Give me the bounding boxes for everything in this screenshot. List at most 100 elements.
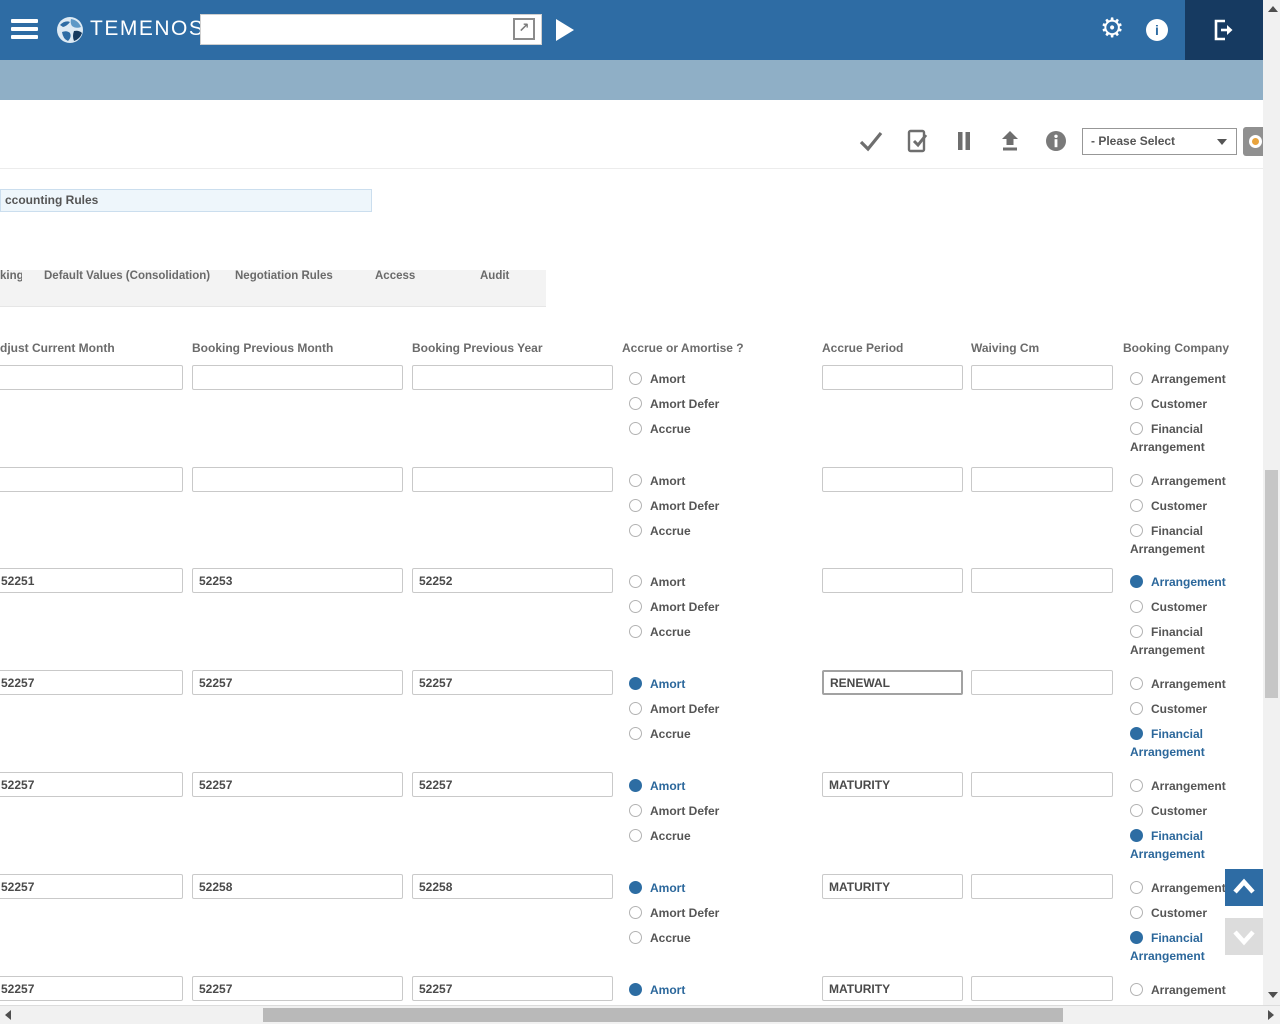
radio-icon[interactable] — [1130, 372, 1143, 385]
tab-access[interactable]: Access — [375, 270, 415, 307]
help-info-icon[interactable]: i — [1146, 19, 1168, 41]
radio-icon[interactable] — [629, 524, 642, 537]
adjust-current-month-input[interactable] — [0, 772, 183, 797]
booking-previous-year-input[interactable] — [412, 874, 613, 899]
waiving-cm-input[interactable] — [971, 568, 1113, 593]
booking-previous-month-input[interactable] — [192, 365, 403, 390]
commit-button[interactable] — [858, 128, 884, 154]
booking-previous-year-input[interactable] — [412, 467, 613, 492]
radio-icon[interactable] — [629, 372, 642, 385]
radio-option-accrue[interactable]: Accrue — [629, 623, 814, 641]
radio-option-financial-arrangement[interactable]: Financial Arrangement — [1130, 725, 1230, 761]
radio-icon[interactable] — [629, 600, 642, 613]
waiving-cm-input[interactable] — [971, 976, 1113, 1001]
radio-icon[interactable] — [1130, 779, 1143, 792]
adjust-current-month-input[interactable] — [0, 365, 183, 390]
radio-option-financial-arrangement[interactable]: Financial Arrangement — [1130, 827, 1230, 863]
tab-negotiation-rules[interactable]: Negotiation Rules — [235, 270, 333, 307]
radio-option-financial-arrangement[interactable]: Financial Arrangement — [1130, 623, 1230, 659]
radio-icon[interactable] — [629, 422, 642, 435]
radio-selected-icon[interactable] — [629, 779, 642, 792]
radio-option-amort[interactable]: Amort — [629, 370, 814, 388]
scroll-down-arrow[interactable] — [1268, 992, 1278, 998]
details-info-button[interactable] — [1043, 128, 1069, 154]
radio-option-amort-defer[interactable]: Amort Defer — [629, 802, 814, 820]
command-search-input[interactable] — [200, 14, 542, 45]
radio-option-amort[interactable]: Amort — [629, 675, 814, 693]
radio-option-accrue[interactable]: Accrue — [629, 725, 814, 743]
page-down-button[interactable] — [1225, 918, 1263, 955]
radio-selected-icon[interactable] — [1130, 727, 1143, 740]
radio-icon[interactable] — [1130, 524, 1143, 537]
radio-option-arrangement[interactable]: Arrangement — [1130, 879, 1230, 897]
accrue-period-input[interactable] — [822, 365, 963, 390]
waiving-cm-input[interactable] — [971, 874, 1113, 899]
radio-icon[interactable] — [1130, 881, 1143, 894]
radio-option-amort[interactable]: Amort — [629, 879, 814, 897]
tab-default-values-consolidation[interactable]: Default Values (Consolidation) — [44, 270, 210, 307]
accrue-period-input[interactable] — [822, 772, 963, 797]
radio-option-accrue[interactable]: Accrue — [629, 420, 814, 438]
radio-option-accrue[interactable]: Accrue — [629, 929, 814, 947]
tab-audit[interactable]: Audit — [480, 270, 509, 307]
radio-option-amort-defer[interactable]: Amort Defer — [629, 497, 814, 515]
adjust-current-month-input[interactable] — [0, 874, 183, 899]
accrue-period-input[interactable] — [822, 467, 963, 492]
radio-option-arrangement[interactable]: Arrangement — [1130, 981, 1230, 999]
scroll-right-arrow[interactable] — [1268, 1010, 1274, 1020]
radio-icon[interactable] — [629, 575, 642, 588]
waiving-cm-input[interactable] — [971, 772, 1113, 797]
radio-option-arrangement[interactable]: Arrangement — [1130, 370, 1230, 388]
radio-icon[interactable] — [1130, 474, 1143, 487]
radio-icon[interactable] — [629, 931, 642, 944]
radio-option-customer[interactable]: Customer — [1130, 497, 1230, 515]
accrue-period-input[interactable] — [822, 976, 963, 1001]
booking-previous-month-input[interactable] — [192, 670, 403, 695]
radio-option-amort-defer[interactable]: Amort Defer — [629, 395, 814, 413]
radio-option-amort[interactable]: Amort — [629, 777, 814, 795]
accrue-period-input[interactable] — [822, 670, 963, 695]
waiving-cm-input[interactable] — [971, 670, 1113, 695]
booking-previous-year-input[interactable] — [412, 772, 613, 797]
hamburger-menu-icon[interactable] — [11, 19, 38, 41]
radio-option-financial-arrangement[interactable]: Financial Arrangement — [1130, 929, 1230, 965]
radio-option-amort[interactable]: Amort — [629, 981, 814, 999]
waiving-cm-input[interactable] — [971, 365, 1113, 390]
radio-selected-icon[interactable] — [629, 881, 642, 894]
radio-option-amort-defer[interactable]: Amort Defer — [629, 700, 814, 718]
radio-option-amort[interactable]: Amort — [629, 573, 814, 591]
radio-option-financial-arrangement[interactable]: Financial Arrangement — [1130, 420, 1230, 456]
hold-button[interactable] — [951, 128, 977, 154]
radio-selected-icon[interactable] — [1130, 829, 1143, 842]
upload-button[interactable] — [997, 128, 1023, 154]
booking-previous-year-input[interactable] — [412, 365, 613, 390]
run-command-button[interactable] — [556, 19, 574, 41]
scroll-up-arrow[interactable] — [1268, 6, 1278, 12]
adjust-current-month-input[interactable] — [0, 670, 183, 695]
radio-option-arrangement[interactable]: Arrangement — [1130, 573, 1230, 591]
radio-option-customer[interactable]: Customer — [1130, 598, 1230, 616]
radio-icon[interactable] — [1130, 600, 1143, 613]
booking-previous-month-input[interactable] — [192, 772, 403, 797]
radio-option-accrue[interactable]: Accrue — [629, 522, 814, 540]
radio-icon[interactable] — [629, 499, 642, 512]
vertical-scroll-thumb[interactable] — [1265, 470, 1278, 698]
radio-icon[interactable] — [1130, 702, 1143, 715]
adjust-current-month-input[interactable] — [0, 467, 183, 492]
booking-previous-year-input[interactable] — [412, 568, 613, 593]
radio-icon[interactable] — [1130, 499, 1143, 512]
radio-option-customer[interactable]: Customer — [1130, 904, 1230, 922]
radio-icon[interactable] — [629, 474, 642, 487]
radio-option-arrangement[interactable]: Arrangement — [1130, 675, 1230, 693]
radio-icon[interactable] — [1130, 397, 1143, 410]
page-up-button[interactable] — [1225, 869, 1263, 906]
horizontal-scroll-thumb[interactable] — [263, 1008, 1063, 1022]
booking-previous-month-input[interactable] — [192, 874, 403, 899]
booking-previous-month-input[interactable] — [192, 467, 403, 492]
radio-option-customer[interactable]: Customer — [1130, 802, 1230, 820]
booking-previous-year-input[interactable] — [412, 976, 613, 1001]
radio-option-amort[interactable]: Amort — [629, 472, 814, 490]
radio-option-arrangement[interactable]: Arrangement — [1130, 777, 1230, 795]
validate-button[interactable] — [905, 128, 931, 154]
radio-selected-icon[interactable] — [629, 677, 642, 690]
